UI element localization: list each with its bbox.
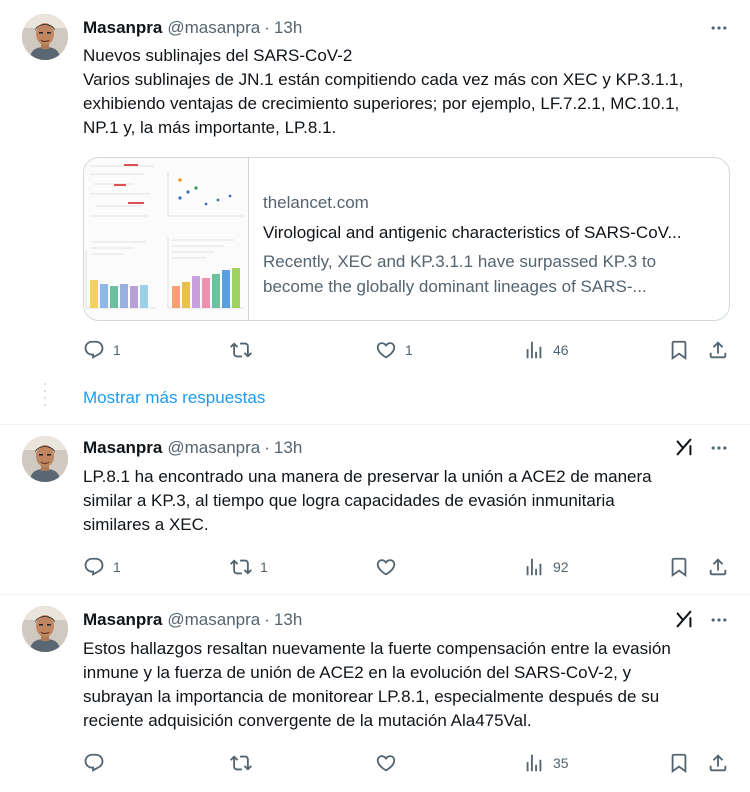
bookmark-button[interactable] — [668, 751, 690, 775]
reply-count: 1 — [113, 559, 121, 575]
tweet-line: Nuevos sublinajes del SARS-CoV-2 — [83, 46, 353, 65]
tweet-line: reciente adquisición convergente de la m… — [83, 711, 532, 730]
tweet-2[interactable]: Masanpra @masanpra · 13h LP.8.1 ha encon… — [0, 425, 750, 595]
grok-icon[interactable] — [672, 607, 696, 631]
share-button[interactable] — [707, 751, 729, 775]
action-bar: 1 1 92 — [83, 555, 733, 579]
avatar[interactable] — [22, 14, 68, 60]
author-name[interactable]: Masanpra — [83, 610, 162, 630]
bookmark-button[interactable] — [668, 338, 690, 362]
reply-count: 1 — [113, 342, 121, 358]
like-count: 1 — [405, 342, 413, 358]
timestamp[interactable]: 13h — [274, 438, 302, 458]
like-button[interactable] — [375, 751, 405, 775]
tweet-3[interactable]: Masanpra @masanpra · 13h Estos hallazgos… — [0, 595, 750, 792]
like-icon — [375, 752, 397, 774]
views-count: 92 — [553, 559, 569, 575]
card-body: thelancet.com Virological and antigenic … — [249, 158, 729, 320]
card-title: Virological and antigenic characteristic… — [263, 223, 682, 242]
repost-icon — [230, 556, 252, 578]
separator-dot: · — [264, 610, 270, 629]
reply-button[interactable] — [83, 751, 113, 775]
link-card[interactable]: thelancet.com Virological and antigenic … — [83, 157, 730, 321]
figure-thumbnail — [84, 158, 249, 320]
views-button[interactable]: 35 — [523, 751, 569, 775]
reply-icon — [83, 556, 105, 578]
more-icon[interactable] — [708, 609, 730, 631]
reply-button[interactable]: 1 — [83, 338, 121, 362]
more-icon[interactable] — [708, 17, 730, 39]
views-button[interactable]: 92 — [523, 555, 569, 579]
tweet-text: Nuevos sublinajes del SARS-CoV-2 Varios … — [83, 44, 733, 140]
bookmark-icon — [668, 339, 690, 361]
share-button[interactable] — [707, 555, 729, 579]
tweet-line: inmune y la fuerza de unión de ACE2 en l… — [83, 663, 632, 682]
author-handle[interactable]: @masanpra — [167, 438, 260, 458]
share-icon — [707, 339, 729, 361]
tweet-line: Varios sublinajes de JN.1 están compitie… — [83, 70, 684, 89]
like-icon — [375, 556, 397, 578]
like-button[interactable]: 1 — [375, 338, 413, 362]
action-bar: 1 1 46 — [83, 338, 733, 362]
bookmark-button[interactable] — [668, 555, 690, 579]
tweet-header: Masanpra @masanpra · 13h — [83, 436, 302, 460]
repost-button[interactable]: 1 — [230, 555, 268, 579]
share-icon — [707, 752, 729, 774]
repost-count: 1 — [260, 559, 268, 575]
repost-button[interactable] — [230, 338, 260, 362]
tweet-header: Masanpra @masanpra · 13h — [83, 608, 302, 632]
share-button[interactable] — [707, 338, 729, 362]
tweet-line: similar a KP.3, al tiempo que logra capa… — [83, 491, 615, 510]
reply-button[interactable]: 1 — [83, 555, 121, 579]
views-count: 46 — [553, 342, 569, 358]
tweet-line: Estos hallazgos resaltan nuevamente la f… — [83, 639, 671, 658]
author-name[interactable]: Masanpra — [83, 438, 162, 458]
views-icon — [523, 556, 545, 578]
timestamp[interactable]: 13h — [274, 18, 302, 38]
like-icon — [375, 339, 397, 361]
separator-dot: · — [264, 18, 270, 37]
tweet-line: NP.1 y, la más importante, LP.8.1. — [83, 118, 337, 137]
bookmark-icon — [668, 556, 690, 578]
card-desc-line: Recently, XEC and KP.3.1.1 have surpasse… — [263, 252, 657, 271]
repost-icon — [230, 752, 252, 774]
tweet-line: subrayan la importancia de monitorear LP… — [83, 687, 660, 706]
like-button[interactable] — [375, 555, 405, 579]
tweet-1[interactable]: Masanpra @masanpra · 13h Nuevos sublinaj… — [0, 0, 750, 380]
more-icon[interactable] — [708, 437, 730, 459]
tweet-line: similares a XEC. — [83, 515, 209, 534]
action-bar: 35 — [83, 751, 733, 775]
tweet-text: LP.8.1 ha encontrado una manera de prese… — [83, 465, 733, 537]
timestamp[interactable]: 13h — [274, 610, 302, 630]
show-more-replies-link[interactable]: Mostrar más respuestas — [83, 387, 265, 409]
tweet-text: Estos hallazgos resaltan nuevamente la f… — [83, 637, 733, 733]
avatar[interactable] — [22, 436, 68, 482]
thread-ellipsis-line — [44, 383, 46, 411]
tweet-line: LP.8.1 ha encontrado una manera de prese… — [83, 467, 652, 486]
author-handle[interactable]: @masanpra — [167, 610, 260, 630]
author-name[interactable]: Masanpra — [83, 18, 162, 38]
author-handle[interactable]: @masanpra — [167, 18, 260, 38]
reply-icon — [83, 339, 105, 361]
views-button[interactable]: 46 — [523, 338, 569, 362]
avatar[interactable] — [22, 606, 68, 652]
grok-icon[interactable] — [672, 435, 696, 459]
bookmark-icon — [668, 752, 690, 774]
tweet-line: exhibiendo ventajas de crecimiento super… — [83, 94, 680, 113]
card-description: Recently, XEC and KP.3.1.1 have surpasse… — [263, 249, 715, 299]
repost-button[interactable] — [230, 751, 260, 775]
separator-dot: · — [264, 438, 270, 457]
tweet-header: Masanpra @masanpra · 13h — [83, 16, 302, 40]
repost-icon — [230, 339, 252, 361]
views-icon — [523, 752, 545, 774]
card-domain: thelancet.com — [263, 193, 369, 212]
card-desc-line: become the globally dominant lineages of… — [263, 277, 647, 296]
views-icon — [523, 339, 545, 361]
reply-icon — [83, 752, 105, 774]
views-count: 35 — [553, 755, 569, 771]
share-icon — [707, 556, 729, 578]
